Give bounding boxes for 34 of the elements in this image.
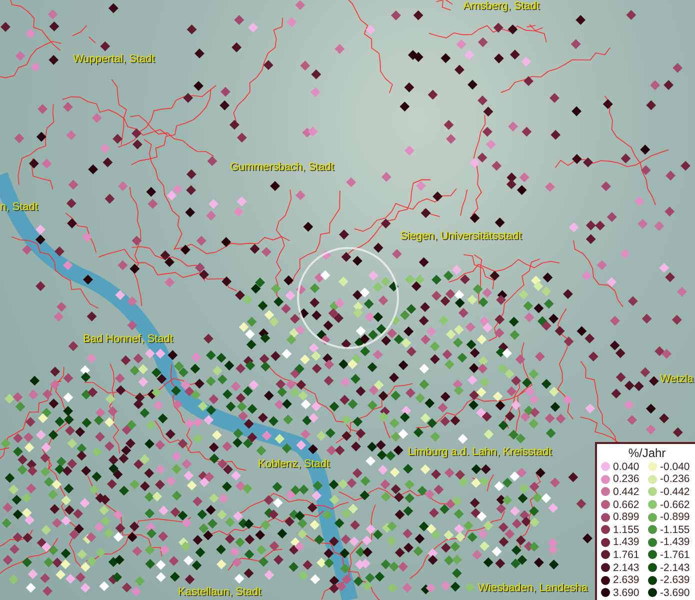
place-label: Arnsberg, Stadt: [463, 0, 540, 13]
place-label: Koblenz, Stadt: [258, 458, 330, 471]
place-label: Siegen, Universitätsstadt: [400, 230, 522, 243]
legend-label: -0.442: [660, 486, 690, 498]
place-label: Gummersbach, Stadt: [230, 161, 334, 174]
legend-label: 0.662: [613, 498, 640, 511]
legend-label: 0.040: [613, 460, 640, 473]
place-label: Limburg a.d. Lahn, Kreisstadt: [408, 446, 552, 459]
legend-label: -0.040: [660, 460, 690, 473]
place-label: n, Stadt: [0, 201, 38, 214]
legend-label: -1.155: [660, 524, 690, 536]
legend-label: -2.143: [660, 562, 690, 574]
legend-label: -1.761: [660, 548, 690, 561]
legend-label: 0.899: [613, 511, 640, 524]
place-label: Kastellaun, Stadt: [178, 586, 262, 599]
legend-label: 0.236: [613, 473, 640, 486]
place-label: Bad Honnef, Stadt: [83, 333, 173, 346]
legend-label: -0.662: [660, 498, 690, 511]
legend-label: 3.690: [613, 586, 640, 599]
legend-label: 1.155: [613, 524, 640, 536]
legend-label: -3.690: [660, 586, 690, 599]
legend-label: 1.761: [613, 548, 640, 561]
legend-label: 2.143: [613, 562, 640, 574]
legend-label: -2.639: [660, 574, 690, 586]
legend-title: %/Jahr: [627, 446, 667, 460]
place-label: Wuppertal, Stadt: [73, 53, 155, 66]
legend-label: 2.639: [613, 574, 640, 586]
legend-label: -0.899: [660, 511, 690, 524]
legend-label: -1.439: [660, 536, 690, 548]
place-label: Wiesbaden, Landesha: [478, 582, 588, 595]
legend-label: -0.236: [660, 473, 690, 486]
legend-label: 0.442: [613, 486, 640, 498]
place-label: Wetzla: [660, 373, 694, 386]
legend-label: 1.439: [613, 536, 640, 548]
